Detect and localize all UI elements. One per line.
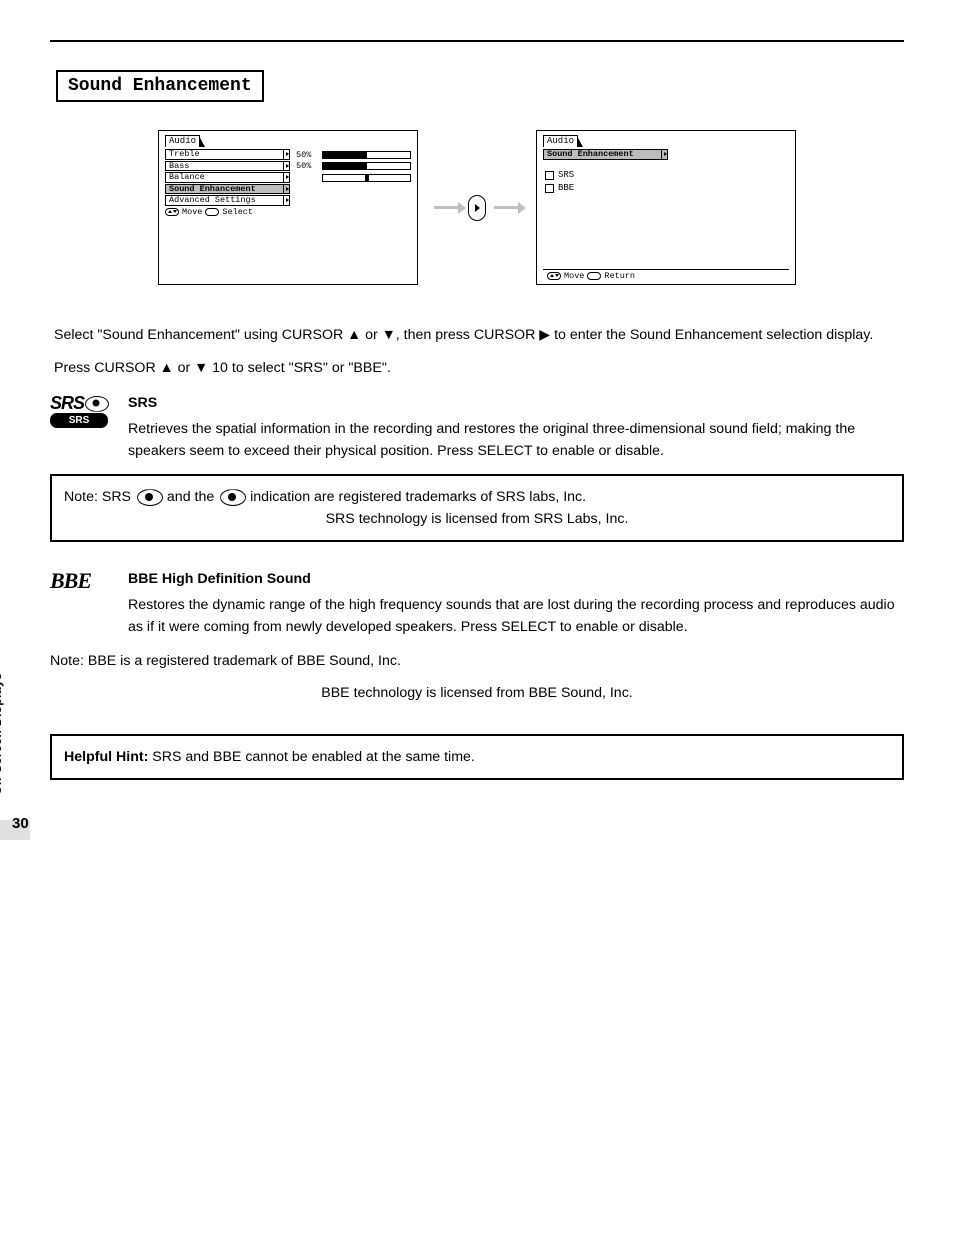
osd-item-advanced: Advanced Settings <box>165 195 290 206</box>
chevron-right-icon <box>661 150 668 159</box>
osd-item-treble: Treble <box>165 149 290 160</box>
osd-item-balance: Balance <box>165 172 290 183</box>
instruction-steps: Select "Sound Enhancement" using CURSOR … <box>54 325 904 380</box>
chevron-right-icon <box>283 162 290 171</box>
page-number: 30 <box>12 815 29 832</box>
srs-heading: SRS <box>128 395 157 411</box>
srs-desc: Retrieves the spatial information in the… <box>128 418 904 462</box>
srs-block: SRS SRS SRS Retrieves the spatial inform… <box>50 392 904 462</box>
srs-note-line2: SRS technology is licensed from SRS Labs… <box>64 508 890 530</box>
section-title-box: Sound Enhancement <box>56 70 264 102</box>
osd-right-hint: Move Return <box>543 269 789 281</box>
hint-text: SRS and BBE cannot be enabled at the sam… <box>148 749 475 765</box>
chevron-right-icon <box>283 185 290 194</box>
osd-balance-bar <box>322 174 411 182</box>
osd-right: Audio Sound Enhancement SRS BBE Move Ret… <box>536 130 796 285</box>
bbe-heading: BBE High Definition Sound <box>128 571 311 587</box>
osd-right-opt-bbe: BBE <box>545 184 789 193</box>
osd-right-header: Sound Enhancement <box>543 149 668 160</box>
side-label-text: On-Screen Displays <box>0 672 4 794</box>
chevron-right-icon <box>283 173 290 182</box>
srs-logo-icon: SRS SRS <box>50 394 108 429</box>
top-rule <box>50 40 904 42</box>
osd-left-tab: Audio <box>165 135 200 147</box>
srs-eye-icon <box>220 489 244 504</box>
osd-treble-pct: 50% <box>296 151 316 160</box>
osd-treble-bar <box>322 151 411 159</box>
arrow-block <box>434 195 520 221</box>
osd-item-bass: Bass <box>165 161 290 172</box>
arrow-right-icon <box>494 206 520 209</box>
osd-bass-bar <box>322 162 411 170</box>
srs-note-line1: Note: SRS and the indication are registe… <box>64 486 890 508</box>
checkbox-icon <box>545 184 554 193</box>
helpful-hint-box: Helpful Hint: SRS and BBE cannot be enab… <box>50 734 904 780</box>
chevron-right-icon <box>283 196 290 205</box>
bbe-note-line1: Note: BBE is a registered trademark of B… <box>50 650 904 672</box>
checkbox-icon <box>545 171 554 180</box>
section-title: Sound Enhancement <box>68 76 252 96</box>
select-capsule-icon <box>205 208 219 216</box>
diagram-row: Audio Treble 50% Bass 50% <box>50 130 904 285</box>
bbe-logo-icon: BBE <box>50 568 91 593</box>
bbe-note-line2: BBE technology is licensed from BBE Soun… <box>50 682 904 704</box>
chevron-right-icon <box>283 150 290 159</box>
return-capsule-icon <box>587 272 601 280</box>
srs-note-box: Note: SRS and the indication are registe… <box>50 474 904 542</box>
osd-left: Audio Treble 50% Bass 50% <box>158 130 418 285</box>
hint-label: Helpful Hint: <box>64 749 148 765</box>
osd-bass-pct: 50% <box>296 162 316 171</box>
bbe-block: BBE BBE High Definition Sound Restores t… <box>50 568 904 638</box>
osd-left-hint: Move Select <box>165 208 411 217</box>
osd-right-tab: Audio <box>543 135 578 147</box>
srs-eye-icon <box>137 489 161 504</box>
cursor-right-button-icon <box>468 195 486 221</box>
osd-item-sound-enhancement: Sound Enhancement <box>165 184 290 195</box>
bbe-desc: Restores the dynamic range of the high f… <box>128 594 904 638</box>
arrow-right-icon <box>434 206 460 209</box>
step-1: Select "Sound Enhancement" using CURSOR … <box>54 325 904 346</box>
osd-right-opt-srs: SRS <box>545 171 789 180</box>
step-2: Press CURSOR ▲ or ▼ 10 to select "SRS" o… <box>54 358 904 379</box>
updown-icon <box>165 208 179 216</box>
updown-icon <box>547 272 561 280</box>
